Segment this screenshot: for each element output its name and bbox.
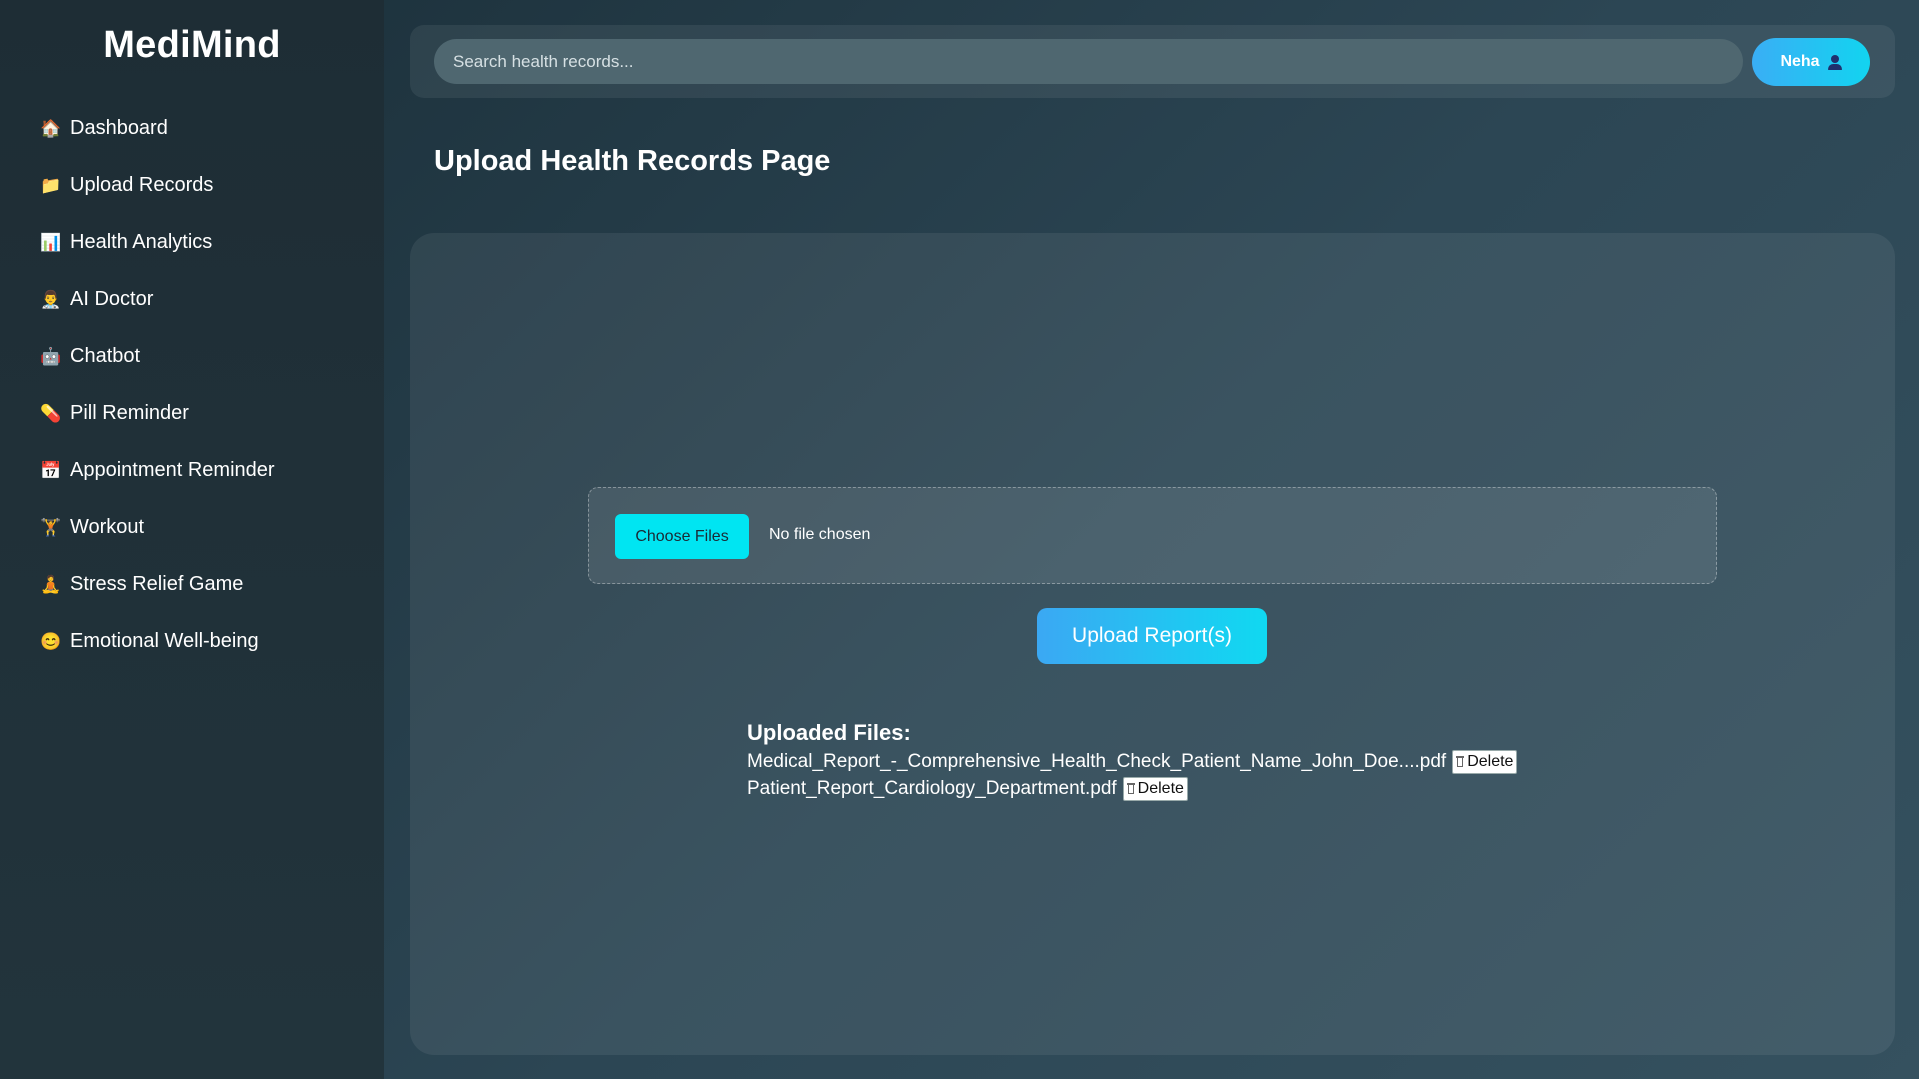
sidebar-item-label: Emotional Well-being (70, 630, 259, 652)
file-name: Medical_Report_-_Comprehensive_Health_Ch… (747, 750, 1447, 772)
sidebar-item-label: Pill Reminder (70, 402, 189, 424)
sidebar-item-label: Dashboard (70, 117, 168, 139)
delete-label: Delete (1467, 752, 1514, 770)
sidebar-item-chatbot[interactable]: 🤖 Chatbot (0, 328, 384, 385)
sidebar-item-label: Appointment Reminder (70, 459, 275, 481)
sidebar-item-appointment-reminder[interactable]: 📅 Appointment Reminder (0, 442, 384, 499)
sidebar-item-ai-doctor[interactable]: 👨‍⚕️ AI Doctor (0, 271, 384, 328)
meditation-icon: 🧘 (40, 574, 62, 594)
sidebar-item-emotional-well-being[interactable]: 😊 Emotional Well-being (0, 613, 384, 670)
house-icon: 🏠 (40, 118, 62, 138)
delete-button[interactable]: Delete (1452, 749, 1518, 774)
doctor-icon: 👨‍⚕️ (40, 289, 62, 309)
uploaded-files-list: Uploaded Files: Medical_Report_-_Compreh… (747, 720, 1518, 802)
choose-files-button[interactable]: Choose Files (615, 514, 749, 559)
page-title: Upload Health Records Page (434, 145, 831, 177)
calendar-icon: 📅 (40, 460, 62, 480)
sidebar-item-upload-records[interactable]: 📁 Upload Records (0, 157, 384, 214)
pill-icon: 💊 (40, 403, 62, 423)
dumbbell-icon: 🏋️ (40, 517, 62, 537)
sidebar-nav: 🏠 Dashboard 📁 Upload Records 📊 Health An… (0, 100, 384, 670)
uploaded-files-heading: Uploaded Files: (747, 720, 911, 745)
bar-chart-icon: 📊 (40, 232, 62, 252)
upload-reports-button[interactable]: Upload Report(s) (1037, 608, 1267, 664)
search-input[interactable] (434, 39, 1743, 84)
sidebar-item-label: Health Analytics (70, 231, 213, 253)
file-status-text: No file chosen (769, 526, 871, 543)
sidebar-item-stress-relief-game[interactable]: 🧘 Stress Relief Game (0, 556, 384, 613)
sidebar-item-workout[interactable]: 🏋️ Workout (0, 499, 384, 556)
sidebar: MediMind 🏠 Dashboard 📁 Upload Records 📊 … (0, 0, 384, 1079)
user-profile-button[interactable]: Neha (1752, 38, 1870, 86)
sidebar-item-pill-reminder[interactable]: 💊 Pill Reminder (0, 385, 384, 442)
sidebar-item-label: Stress Relief Game (70, 573, 244, 595)
folder-icon: 📁 (40, 175, 62, 195)
robot-icon: 🤖 (40, 346, 62, 366)
list-item: Patient_Report_Cardiology_Department.pdf… (747, 775, 1517, 802)
trash-icon (1456, 756, 1465, 767)
file-input-box: Choose Files No file chosen (588, 487, 1717, 584)
sidebar-item-label: AI Doctor (70, 288, 154, 310)
app-logo: MediMind (103, 24, 281, 66)
sidebar-item-health-analytics[interactable]: 📊 Health Analytics (0, 214, 384, 271)
list-item: Medical_Report_-_Comprehensive_Health_Ch… (747, 748, 1518, 775)
delete-label: Delete (1137, 779, 1184, 797)
user-icon (1827, 54, 1842, 70)
trash-icon (1126, 783, 1135, 794)
smile-icon: 😊 (40, 631, 62, 651)
top-bar: Neha (410, 25, 1895, 98)
upload-panel: Choose Files No file chosen Upload Repor… (410, 233, 1895, 1055)
user-name: Neha (1780, 53, 1820, 70)
sidebar-item-label: Upload Records (70, 174, 214, 196)
sidebar-item-label: Workout (70, 516, 145, 538)
sidebar-item-label: Chatbot (70, 345, 141, 367)
file-name: Patient_Report_Cardiology_Department.pdf (747, 777, 1117, 799)
sidebar-item-dashboard[interactable]: 🏠 Dashboard (0, 100, 384, 157)
delete-button[interactable]: Delete (1122, 776, 1188, 801)
